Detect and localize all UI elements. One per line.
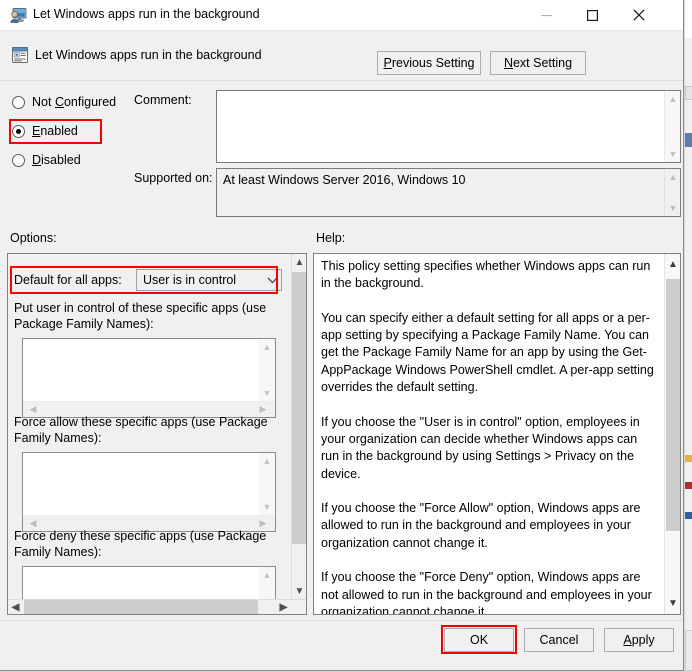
- chevron-down-icon[interactable]: ▼: [665, 200, 681, 216]
- radio-disabled[interactable]: Disabled: [12, 150, 81, 170]
- chevron-up-icon[interactable]: ▲: [259, 339, 275, 355]
- help-vertical-scrollbar[interactable]: ▲ ▼: [664, 254, 680, 614]
- scrollbar-thumb[interactable]: [292, 272, 306, 544]
- policy-setting-dialog: Let Windows apps run in the background L…: [0, 0, 684, 671]
- chevron-left-icon[interactable]: ◀: [8, 600, 23, 614]
- chevron-down-icon[interactable]: ▼: [665, 146, 681, 162]
- chevron-right-icon[interactable]: ▶: [276, 600, 291, 614]
- next-setting-label: ext Setting: [512, 56, 573, 70]
- supported-on-label: Supported on:: [134, 171, 213, 185]
- bg-strip: [685, 133, 692, 147]
- listbox-vertical-scrollbar[interactable]: ▲ ▼: [259, 339, 275, 401]
- force-deny-label: Force deny these specific apps (use Pack…: [14, 529, 267, 559]
- comment-textarea[interactable]: ▲ ▼: [216, 90, 681, 163]
- next-setting-accel: N: [503, 56, 513, 70]
- scrollbar-thumb[interactable]: [24, 600, 258, 614]
- radio-disabled-label: Disabled: [32, 153, 81, 167]
- chevron-up-icon[interactable]: ▲: [292, 254, 306, 270]
- bg-strip: [685, 455, 692, 462]
- minimize-button[interactable]: [523, 0, 569, 30]
- put-user-in-control-label: Put user in control of these specific ap…: [14, 301, 267, 331]
- previous-setting-label: revious Setting: [391, 56, 475, 70]
- radio-indicator: [12, 153, 25, 167]
- options-vertical-scrollbar[interactable]: ▲ ▼: [291, 254, 306, 599]
- default-for-all-apps-value: User is in control: [143, 273, 237, 287]
- policy-setting-icon: [11, 46, 29, 64]
- supported-on-field: At least Windows Server 2016, Windows 10…: [216, 168, 681, 217]
- force-allow-listbox[interactable]: ▲ ▼ ◀ ▶: [22, 452, 276, 532]
- force-allow-label: Force allow these specific apps (use Pac…: [14, 415, 268, 445]
- help-caption: Help:: [316, 231, 346, 245]
- default-for-all-apps-select[interactable]: User is in control: [136, 269, 282, 291]
- radio-indicator: [12, 95, 25, 109]
- bg-strip: [685, 482, 692, 489]
- radio-enabled-label: Enabled: [32, 124, 78, 138]
- comment-label: Comment:: [134, 93, 192, 107]
- cancel-button[interactable]: Cancel: [524, 628, 594, 652]
- put-user-in-control-listbox[interactable]: ▲ ▼ ◀ ▶: [22, 338, 276, 418]
- apply-button[interactable]: Apply: [604, 628, 674, 652]
- options-panel: Default for all apps: User is in control…: [7, 253, 307, 615]
- radio-enabled[interactable]: Enabled: [12, 121, 78, 141]
- chevron-up-icon[interactable]: ▲: [259, 567, 275, 583]
- policy-title: Let Windows apps run in the background: [35, 48, 262, 62]
- chevron-down-icon: [263, 277, 281, 284]
- default-for-all-apps-label: Default for all apps:: [14, 273, 122, 287]
- background-window-edge: [684, 0, 692, 671]
- chevron-down-icon[interactable]: ▼: [292, 583, 306, 599]
- chevron-down-icon[interactable]: ▼: [259, 385, 275, 401]
- close-button[interactable]: [615, 0, 662, 30]
- ok-button[interactable]: OK: [444, 628, 514, 652]
- chevron-down-icon[interactable]: ▼: [665, 595, 680, 612]
- chevron-up-icon[interactable]: ▲: [665, 91, 681, 107]
- bg-strip: [685, 86, 692, 100]
- titlebar: Let Windows apps run in the background: [0, 0, 683, 31]
- header-divider: [0, 80, 683, 81]
- policy-user-monitor-icon: [10, 7, 27, 24]
- apply-accel: A: [623, 633, 632, 647]
- apply-label: pply: [631, 633, 655, 647]
- chevron-up-icon[interactable]: ▲: [665, 256, 680, 273]
- window-title: Let Windows apps run in the background: [33, 7, 260, 21]
- previous-setting-button[interactable]: Previous Setting: [377, 51, 481, 75]
- comment-scrollbar[interactable]: ▲ ▼: [664, 91, 680, 162]
- radio-not-configured-label: Not Configured: [32, 95, 117, 109]
- radio-indicator-selected: [12, 124, 25, 138]
- supported-on-scrollbar[interactable]: ▲ ▼: [664, 169, 680, 216]
- options-horizontal-scrollbar[interactable]: ◀ ▶: [8, 599, 306, 614]
- footer-divider: [0, 620, 683, 621]
- previous-setting-accel: P: [383, 56, 392, 70]
- help-panel: This policy setting specifies whether Wi…: [313, 253, 681, 615]
- supported-on-value: At least Windows Server 2016, Windows 10: [223, 173, 466, 187]
- next-setting-button[interactable]: Next Setting: [490, 51, 586, 75]
- chevron-up-icon[interactable]: ▲: [259, 453, 275, 469]
- chevron-up-icon[interactable]: ▲: [665, 169, 681, 185]
- bg-strip: [685, 0, 692, 38]
- scrollbar-thumb[interactable]: [666, 279, 680, 531]
- radio-not-configured[interactable]: Not Configured: [12, 92, 116, 112]
- maximize-button[interactable]: [569, 0, 615, 30]
- options-caption: Options:: [10, 231, 57, 245]
- help-text: This policy setting specifies whether Wi…: [321, 259, 654, 615]
- listbox-vertical-scrollbar[interactable]: ▲ ▼: [259, 453, 275, 515]
- options-content: Default for all apps: User is in control…: [8, 254, 292, 614]
- bg-strip: [685, 512, 692, 519]
- bg-strip: [685, 630, 692, 671]
- chevron-down-icon[interactable]: ▼: [259, 499, 275, 515]
